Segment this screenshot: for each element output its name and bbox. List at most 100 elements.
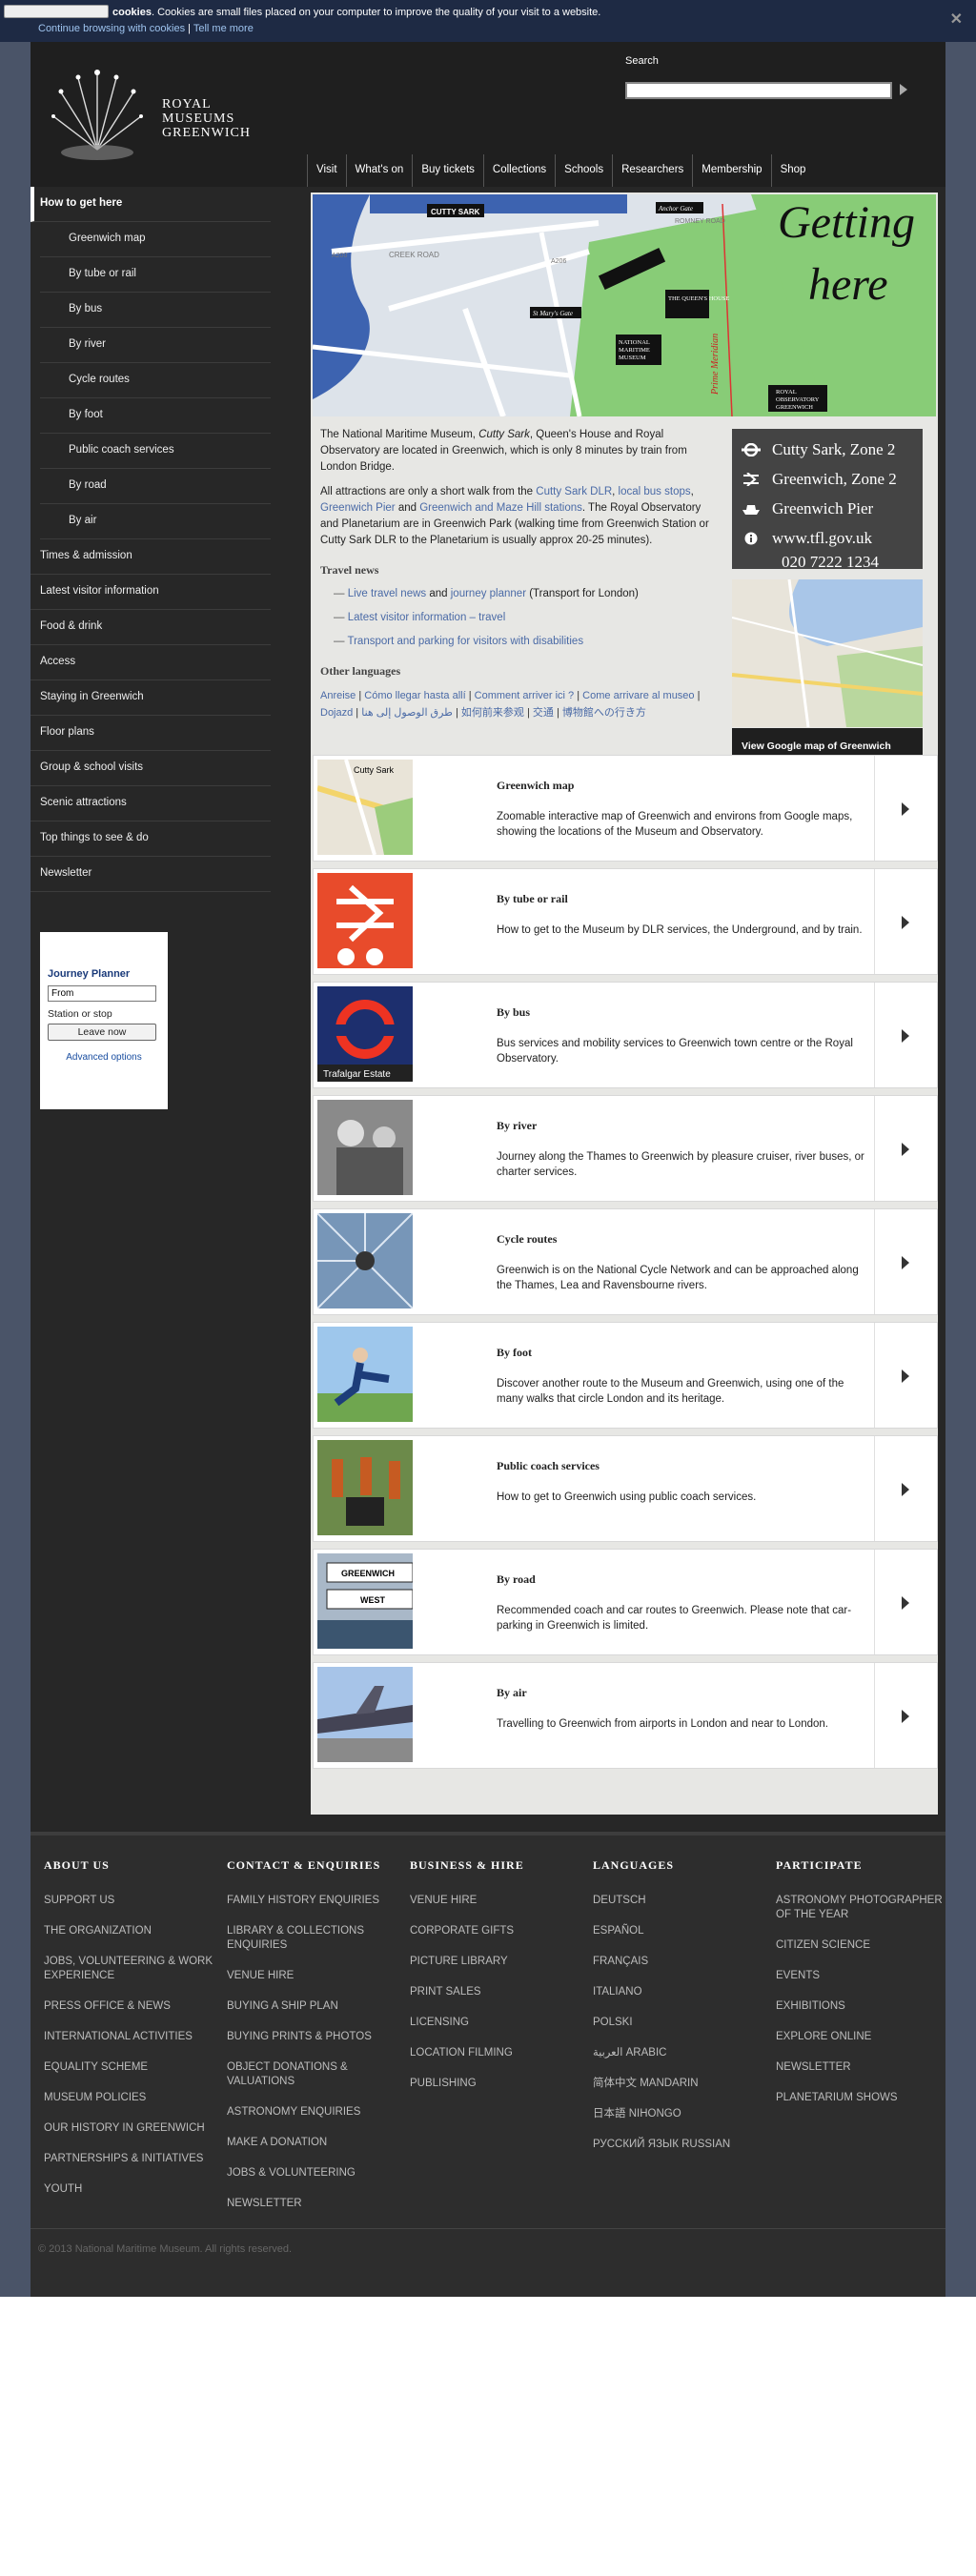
footer-link[interactable]: OBJECT DONATIONS & VALUATIONS: [227, 2060, 398, 2089]
footer-link[interactable]: LOCATION FILMING: [410, 2046, 581, 2060]
footer-link[interactable]: ESPAÑOL: [593, 1924, 764, 1938]
card-title[interactable]: By tube or rail: [497, 892, 568, 906]
footer-link[interactable]: PARTNERSHIPS & INITIATIVES: [44, 2152, 215, 2166]
footer-link[interactable]: 日本語 NIHONGO: [593, 2107, 764, 2121]
visitor-info-travel-link[interactable]: Latest visitor information – travel: [348, 612, 506, 623]
footer-link[interactable]: ITALIANO: [593, 1985, 764, 1999]
language-link[interactable]: 交通: [533, 707, 554, 719]
sidebar-item-how-to-get-here[interactable]: How to get here: [30, 187, 271, 222]
card-title[interactable]: By road: [497, 1572, 536, 1587]
footer-link[interactable]: CORPORATE GIFTS: [410, 1924, 581, 1938]
footer-link[interactable]: VENUE HIRE: [227, 1969, 398, 1983]
transport-card[interactable]: By air Travelling to Greenwich from airpo…: [313, 1662, 938, 1769]
card-title[interactable]: Public coach services: [497, 1459, 600, 1473]
sidebar-item-top-things-to-see-do[interactable]: Top things to see & do: [30, 821, 271, 857]
sidebar-item-by-tube-or-rail[interactable]: By tube or rail: [40, 257, 271, 293]
sidebar-item-group-school-visits[interactable]: Group & school visits: [30, 751, 271, 786]
footer-link[interactable]: BUYING A SHIP PLAN: [227, 1999, 398, 2014]
card-title[interactable]: By river: [497, 1119, 537, 1133]
footer-link[interactable]: OUR HISTORY IN GREENWICH: [44, 2121, 215, 2136]
footer-link[interactable]: NEWSLETTER: [776, 2060, 947, 2075]
footer-link[interactable]: DEUTSCH: [593, 1894, 764, 1908]
transport-card[interactable]: Public coach services How to get to Green…: [313, 1435, 938, 1542]
nav-item-buy-tickets[interactable]: Buy tickets: [412, 154, 483, 187]
nav-item-what-s-on[interactable]: What's on: [345, 154, 413, 187]
card-title[interactable]: By foot: [497, 1346, 532, 1360]
footer-link[interactable]: MAKE A DONATION: [227, 2136, 398, 2150]
footer-link[interactable]: PLANETARIUM SHOWS: [776, 2091, 947, 2105]
bus-stops-link[interactable]: local bus stops: [619, 486, 691, 497]
footer-link[interactable]: EXPLORE ONLINE: [776, 2030, 947, 2044]
nav-item-schools[interactable]: Schools: [555, 154, 612, 187]
footer-link[interactable]: PRESS OFFICE & NEWS: [44, 1999, 215, 2014]
sidebar-item-by-foot[interactable]: By foot: [40, 398, 271, 434]
live-travel-news-link[interactable]: Live travel news: [348, 588, 426, 599]
sidebar-item-by-air[interactable]: By air: [40, 504, 271, 539]
footer-link[interactable]: CITIZEN SCIENCE: [776, 1938, 947, 1953]
chevron-right-icon[interactable]: [874, 983, 937, 1087]
footer-link[interactable]: PUBLISHING: [410, 2077, 581, 2091]
greenwich-pier-link[interactable]: Greenwich Pier: [320, 502, 396, 514]
cutty-sark-dlr-link[interactable]: Cutty Sark DLR: [536, 486, 612, 497]
chevron-right-icon[interactable]: [874, 756, 937, 861]
chevron-right-icon[interactable]: [874, 1663, 937, 1768]
transport-card[interactable]: Cutty Sark Greenwich map Zoomable interact…: [313, 755, 938, 862]
sidebar-item-times-admission[interactable]: Times & admission: [30, 539, 271, 575]
footer-link[interactable]: JOBS & VOLUNTEERING: [227, 2166, 398, 2180]
search-input[interactable]: [625, 82, 892, 99]
sidebar-item-by-river[interactable]: By river: [40, 328, 271, 363]
nav-item-membership[interactable]: Membership: [692, 154, 770, 187]
language-link[interactable]: Comment arriver ici ?: [475, 690, 575, 701]
footer-link[interactable]: PICTURE LIBRARY: [410, 1955, 581, 1969]
logo[interactable]: ROYAL MUSEUMS GREENWICH: [30, 42, 307, 187]
footer-link[interactable]: THE ORGANIZATION: [44, 1924, 215, 1938]
footer-link[interactable]: NEWSLETTER: [227, 2197, 398, 2211]
sidebar-item-by-bus[interactable]: By bus: [40, 293, 271, 328]
card-title[interactable]: Cycle routes: [497, 1232, 557, 1247]
search-submit-icon[interactable]: [900, 84, 907, 95]
journey-planner-link[interactable]: journey planner: [451, 588, 526, 599]
footer-link[interactable]: YOUTH: [44, 2182, 215, 2197]
transport-card[interactable]: By foot Discover another route to the Mus…: [313, 1322, 938, 1429]
sidebar-item-food-drink[interactable]: Food & drink: [30, 610, 271, 645]
nav-item-visit[interactable]: Visit: [307, 154, 346, 187]
continue-cookies-link[interactable]: Continue browsing with cookies: [38, 23, 185, 34]
close-icon[interactable]: ✕: [950, 10, 963, 29]
footer-link[interactable]: VENUE HIRE: [410, 1894, 581, 1908]
tell-me-more-link[interactable]: Tell me more: [193, 23, 254, 34]
leave-now-button[interactable]: Leave now: [48, 1024, 156, 1041]
footer-link[interactable]: MUSEUM POLICIES: [44, 2091, 215, 2105]
footer-link[interactable]: РУССКИЙ ЯЗЫК RUSSIAN: [593, 2138, 764, 2152]
footer-link[interactable]: PRINT SALES: [410, 1985, 581, 1999]
footer-link[interactable]: العربية ARABIC: [593, 2046, 764, 2060]
footer-link[interactable]: ASTRONOMY PHOTOGRAPHER OF THE YEAR: [776, 1894, 947, 1922]
footer-link[interactable]: EQUALITY SCHEME: [44, 2060, 215, 2075]
language-link[interactable]: Anreise: [320, 690, 356, 701]
footer-link[interactable]: INTERNATIONAL ACTIVITIES: [44, 2030, 215, 2044]
google-map-thumbnail[interactable]: [732, 579, 923, 727]
footer-link[interactable]: LIBRARY & COLLECTIONS ENQUIRIES: [227, 1924, 398, 1953]
language-link[interactable]: Dojazd: [320, 707, 353, 719]
nav-item-researchers[interactable]: Researchers: [612, 154, 692, 187]
transport-card[interactable]: By tube or rail How to get to the Museum …: [313, 868, 938, 975]
disabilities-link[interactable]: Transport and parking for visitors with …: [348, 636, 584, 647]
chevron-right-icon[interactable]: [874, 1096, 937, 1201]
sidebar-item-cycle-routes[interactable]: Cycle routes: [40, 363, 271, 398]
transport-card[interactable]: By river Journey along the Thames to Gree…: [313, 1095, 938, 1202]
footer-link[interactable]: JOBS, VOLUNTEERING & WORK EXPERIENCE: [44, 1955, 215, 1983]
footer-link[interactable]: LICENSING: [410, 2016, 581, 2030]
sidebar-item-floor-plans[interactable]: Floor plans: [30, 716, 271, 751]
footer-link[interactable]: SUPPORT US: [44, 1894, 215, 1908]
language-link[interactable]: 博物館への行き方: [562, 707, 646, 719]
nav-item-collections[interactable]: Collections: [482, 154, 555, 187]
sidebar-item-staying-in-greenwich[interactable]: Staying in Greenwich: [30, 680, 271, 716]
transport-card[interactable]: GREENWICH WEST By road Recommended coach an…: [313, 1549, 938, 1655]
sidebar-item-scenic-attractions[interactable]: Scenic attractions: [30, 786, 271, 821]
advanced-options-link[interactable]: Advanced options: [48, 1052, 160, 1063]
language-link[interactable]: 如何前来参观: [461, 707, 524, 719]
footer-link[interactable]: FAMILY HISTORY ENQUIRIES: [227, 1894, 398, 1908]
footer-link[interactable]: EVENTS: [776, 1969, 947, 1983]
chevron-right-icon[interactable]: [874, 1209, 937, 1314]
tfl-website[interactable]: www.tfl.gov.uk: [772, 529, 872, 548]
sidebar-item-by-road[interactable]: By road: [40, 469, 271, 504]
